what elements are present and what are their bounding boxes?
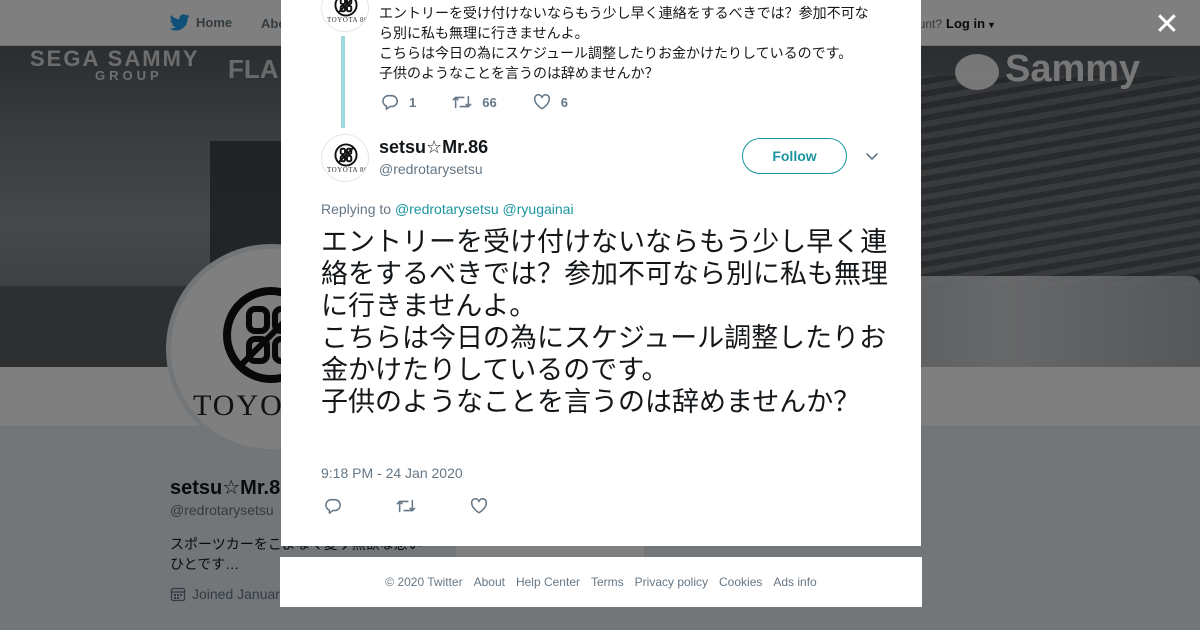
heart-icon (470, 498, 488, 514)
tweet-text: エントリーを受け付けないならもう少し早く連絡をするべきでは？参加不可なら別に私も… (321, 227, 888, 417)
like-count: 6 (560, 94, 568, 110)
previous-tweet-actions: 1 66 6 (381, 93, 604, 111)
tweet-author-name[interactable]: setsu☆Mr.86 (379, 137, 488, 158)
reply-icon (325, 498, 341, 514)
retweet-icon (396, 499, 416, 513)
tweet-author-handle[interactable]: @redrotarysetsu (379, 161, 483, 177)
replying-to: Replying to @redrotarysetsu @ryugainai (321, 201, 574, 217)
like-button[interactable]: 6 (533, 93, 568, 111)
like-button[interactable] (470, 497, 488, 515)
reply-button[interactable]: 1 (381, 93, 416, 111)
reply-mention-link[interactable]: @ryugainai (503, 201, 574, 217)
previous-tweet-text: エントリーを受け付けないならもう少し早く連絡をするべきでは？参加不可なら別に私も… (379, 5, 869, 81)
footer-link-about[interactable]: About (474, 575, 505, 589)
avatar-brand-text: TOYOTA 86 (327, 166, 368, 174)
tweet-timestamp[interactable]: 9:18 PM - 24 Jan 2020 (321, 465, 463, 481)
footer-link-terms[interactable]: Terms (591, 575, 624, 589)
retweet-button[interactable] (396, 497, 416, 515)
retweet-count: 66 (482, 94, 497, 110)
footer-link-ads-info[interactable]: Ads info (773, 575, 816, 589)
footer-link-cookies[interactable]: Cookies (719, 575, 762, 589)
retweet-button[interactable]: 66 (452, 93, 497, 111)
heart-icon (533, 94, 550, 110)
modal-footer: © 2020 Twitter About Help Center Terms P… (280, 557, 922, 607)
avatar-brand-text: TOYOTA 86 (327, 16, 368, 24)
footer-copyright: © 2020 Twitter (385, 575, 463, 589)
toyota-86-logo-icon (334, 0, 358, 17)
follow-button[interactable]: Follow (742, 138, 847, 174)
more-options-button[interactable] (864, 148, 880, 164)
reply-mention-link[interactable]: @redrotarysetsu (395, 201, 499, 217)
reply-button[interactable] (324, 497, 342, 515)
footer-link-privacy-policy[interactable]: Privacy policy (635, 575, 708, 589)
chevron-down-icon (866, 153, 878, 160)
close-icon[interactable]: ✕ (1152, 10, 1182, 40)
previous-tweet-avatar[interactable]: TOYOTA 86 (321, 0, 369, 32)
tweet-modal: TOYOTA 86 エントリーを受け付けないならもう少し早く連絡をするべきでは？… (281, 0, 921, 546)
replying-to-label: Replying to (321, 201, 392, 217)
footer-link-help-center[interactable]: Help Center (516, 575, 580, 589)
reply-icon (382, 94, 398, 110)
thread-connector-line (341, 36, 345, 128)
tweet-actions (324, 497, 542, 515)
toyota-86-logo-icon (334, 143, 358, 167)
tweet-author-avatar[interactable]: TOYOTA 86 (321, 134, 369, 182)
reply-count: 1 (409, 94, 417, 110)
retweet-icon (452, 95, 472, 109)
